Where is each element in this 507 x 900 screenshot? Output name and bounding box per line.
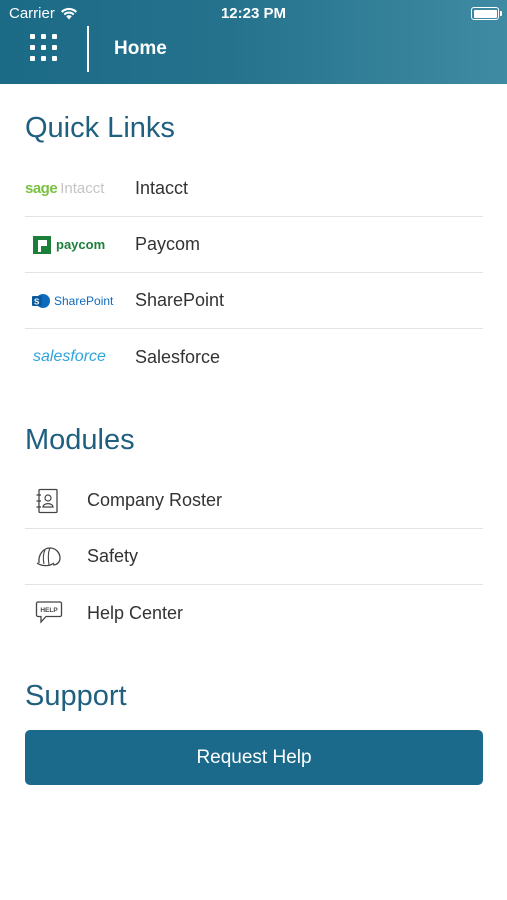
quick-links-list: sage Intacct Intacct paycom Paycom S Sha… xyxy=(25,161,483,385)
app-grid-menu-button[interactable] xyxy=(30,34,58,62)
module-label: Safety xyxy=(87,546,139,566)
quick-link-paycom[interactable]: paycom Paycom xyxy=(25,217,483,273)
page-title: Home xyxy=(114,38,167,59)
status-bar: Carrier 12:23 PM xyxy=(0,0,507,28)
quick-link-salesforce[interactable]: salesforce Salesforce xyxy=(25,329,483,385)
quick-link-label: SharePoint xyxy=(135,290,225,310)
module-label: Help Center xyxy=(87,602,184,623)
help-bubble-icon: HELP xyxy=(35,601,63,624)
quick-link-label: Paycom xyxy=(135,234,201,254)
module-safety[interactable]: Safety xyxy=(25,529,483,585)
hard-hat-icon xyxy=(36,546,61,566)
contact-book-icon xyxy=(36,488,58,513)
request-help-button[interactable]: Request Help xyxy=(25,730,483,785)
nav-divider xyxy=(87,26,89,72)
module-label: Company Roster xyxy=(87,490,223,510)
app-header: Carrier 12:23 PM Home xyxy=(0,0,507,84)
paycom-logo: paycom xyxy=(25,230,135,260)
paycom-icon xyxy=(33,235,51,254)
nav-bar: Home xyxy=(0,26,507,72)
modules-list: Company Roster Safety HELP Help Center xyxy=(25,473,483,641)
battery-icon xyxy=(471,7,502,20)
quick-link-sharepoint[interactable]: S SharePoint SharePoint xyxy=(25,273,483,329)
quick-link-label: Intacct xyxy=(135,178,189,198)
modules-title: Modules xyxy=(25,424,135,456)
salesforce-logo: salesforce xyxy=(33,348,106,365)
quick-link-label: Salesforce xyxy=(135,346,221,367)
svg-text:S: S xyxy=(34,297,40,306)
module-help-center[interactable]: HELP Help Center xyxy=(25,585,483,641)
sharepoint-logo: S SharePoint xyxy=(25,286,135,316)
help-icon-text: HELP xyxy=(40,607,58,614)
quick-links-title: Quick Links xyxy=(25,112,175,144)
module-company-roster[interactable]: Company Roster xyxy=(25,473,483,529)
sage-intacct-logo: sage Intacct xyxy=(25,180,105,197)
sharepoint-icon: S xyxy=(32,293,50,308)
quick-link-intacct[interactable]: sage Intacct Intacct xyxy=(25,161,483,217)
status-time: 12:23 PM xyxy=(220,5,287,22)
support-title: Support xyxy=(25,680,127,712)
